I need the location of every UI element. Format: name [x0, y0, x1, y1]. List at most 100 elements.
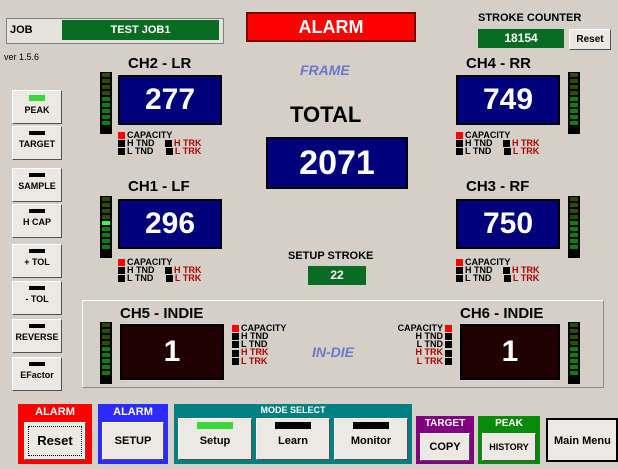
ch6-title: CH6 - INDIE [460, 305, 544, 322]
mode-learn-label: Learn [278, 435, 308, 447]
ch5-capacity-legend: CAPACITY H TND L TND H TRK L TRK [232, 324, 286, 365]
ch1-title: CH1 - LF [128, 178, 190, 195]
h-tnd-status-icon [118, 267, 125, 275]
sample-button[interactable]: SAMPLE [12, 168, 62, 202]
reverse-button[interactable]: REVERSE [12, 319, 62, 353]
alarm-setup-head: ALARM [113, 406, 153, 418]
ch4-title: CH4 - RR [466, 55, 532, 72]
h-trk-status-icon [503, 140, 511, 148]
mode-setup-indicator [197, 422, 233, 429]
l-tnd-status-icon [232, 341, 239, 349]
peak-history-head: PEAK [495, 418, 523, 429]
h-cap-label: H CAP [22, 217, 51, 227]
l-trk-label: L TRK [416, 355, 443, 366]
l-trk-status-icon [503, 148, 511, 156]
ch5-value-display[interactable]: 1 [120, 324, 224, 380]
ch5-led-bar [100, 322, 112, 384]
l-trk-label: L TRK [512, 273, 540, 284]
plus-tol-button[interactable]: + TOL [12, 244, 62, 278]
mode-monitor-indicator [353, 422, 389, 429]
target-copy-head: TARGET [424, 418, 466, 429]
h-trk-status-icon [165, 267, 173, 275]
peak-button[interactable]: PEAK [12, 90, 62, 124]
version-label: ver 1.5.6 [4, 52, 40, 62]
l-tnd-label: L TND [127, 146, 154, 157]
h-trk-status-icon [503, 267, 511, 275]
h-cap-indicator [29, 209, 45, 213]
l-trk-status-icon [503, 275, 511, 283]
ch6-capacity-legend: CAPACITY H TND L TND H TRK L TRK [386, 324, 454, 365]
l-tnd-label: L TND [465, 146, 492, 157]
capacity-status-icon [118, 259, 125, 267]
peak-indicator [29, 95, 45, 101]
ch1-capacity-legend: CAPACITY H TND H TRK L TND L TRK [118, 258, 202, 284]
h-trk-status-icon [445, 349, 452, 357]
mode-learn-button[interactable]: Learn [256, 418, 330, 460]
h-trk-status-icon [232, 349, 239, 357]
mode-learn-indicator [275, 422, 311, 429]
target-button[interactable]: TARGET [12, 126, 62, 160]
reverse-label: REVERSE [15, 332, 59, 342]
ch3-capacity-legend: CAPACITY H TND H TRK L TND L TRK [456, 258, 540, 284]
l-trk-label: L TRK [512, 146, 540, 157]
h-cap-button[interactable]: H CAP [12, 204, 62, 238]
job-name-display[interactable]: TEST JOB1 [62, 20, 219, 40]
l-tnd-label: L TND [465, 273, 492, 284]
efactor-button[interactable]: EFactor [12, 357, 62, 391]
ch2-led-bar [100, 72, 112, 134]
frame-label: FRAME [300, 62, 350, 78]
capacity-status-icon [456, 132, 463, 140]
capacity-status-icon [232, 325, 239, 333]
main-menu-button[interactable]: Main Menu [546, 418, 618, 462]
alarm-setup-button[interactable]: SETUP [102, 422, 164, 460]
ch6-led-bar [568, 322, 580, 384]
mode-monitor-label: Monitor [350, 435, 392, 447]
ch4-led-bar [568, 72, 580, 134]
l-trk-label: L TRK [174, 146, 202, 157]
l-tnd-status-icon [456, 148, 463, 156]
ch4-capacity-legend: CAPACITY H TND H TRK L TND L TRK [456, 131, 540, 157]
minus-tol-button[interactable]: - TOL [12, 281, 62, 315]
ch3-value-display[interactable]: 750 [456, 199, 560, 249]
ch6-value-display[interactable]: 1 [460, 324, 560, 380]
mode-setup-button[interactable]: Setup [178, 418, 252, 460]
ch3-led-bar [568, 196, 580, 258]
ch4-value-display[interactable]: 749 [456, 75, 560, 125]
stroke-counter-reset-button[interactable]: Reset [569, 29, 611, 50]
stroke-counter-value: 18154 [478, 29, 564, 48]
total-value-display: 2071 [266, 137, 408, 189]
capacity-status-icon [456, 259, 463, 267]
ch5-title: CH5 - INDIE [120, 305, 204, 322]
minus-tol-label: - TOL [25, 294, 49, 304]
target-copy-button[interactable]: COPY [420, 433, 470, 461]
h-tnd-status-icon [456, 140, 463, 148]
sample-label: SAMPLE [18, 181, 56, 191]
mode-monitor-button[interactable]: Monitor [334, 418, 408, 460]
h-tnd-status-icon [445, 333, 452, 341]
l-trk-label: L TRK [174, 273, 202, 284]
ch2-value-display[interactable]: 277 [118, 75, 222, 125]
alarm-reset-head: ALARM [35, 406, 75, 418]
peak-history-button[interactable]: HISTORY [482, 433, 536, 461]
setup-stroke-value[interactable]: 22 [308, 266, 366, 285]
peak-label: PEAK [24, 105, 50, 115]
sample-indicator [29, 173, 45, 177]
target-indicator [29, 131, 45, 135]
mode-setup-label: Setup [199, 435, 231, 447]
alarm-reset-button[interactable]: Reset [24, 422, 86, 460]
total-label: TOTAL [290, 102, 362, 127]
efactor-label: EFactor [20, 370, 54, 380]
l-trk-status-icon [232, 357, 239, 365]
target-label: TARGET [18, 139, 56, 149]
l-tnd-status-icon [118, 275, 125, 283]
indie-label: IN-DIE [312, 344, 354, 360]
l-tnd-label: L TND [127, 273, 154, 284]
capacity-status-icon [445, 325, 452, 333]
l-tnd-status-icon [456, 275, 463, 283]
h-tnd-status-icon [232, 333, 239, 341]
l-trk-label: L TRK [241, 355, 268, 366]
ch2-title: CH2 - LR [128, 55, 192, 72]
ch1-value-display[interactable]: 296 [118, 199, 222, 249]
l-trk-status-icon [445, 357, 452, 365]
l-tnd-status-icon [118, 148, 125, 156]
